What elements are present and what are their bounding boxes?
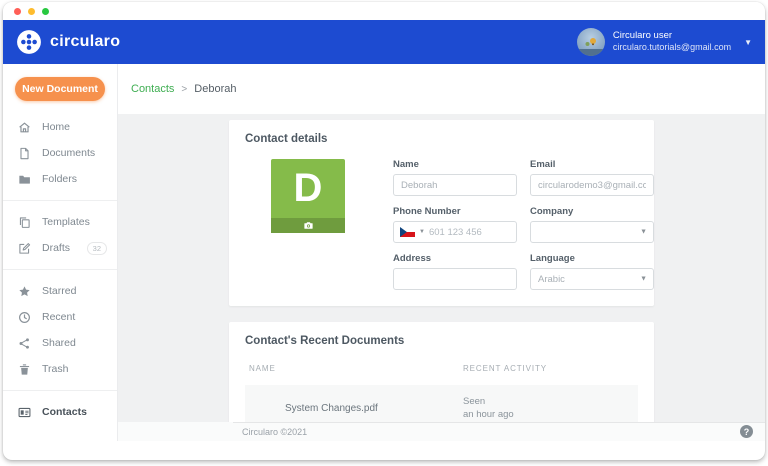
sidebar-item-label: Contacts [42, 406, 87, 418]
language-field: Language ▼ [530, 253, 654, 290]
address-field: Address [393, 253, 517, 290]
flag-caret-icon: ▼ [419, 229, 425, 235]
sidebar-item-shared[interactable]: Shared [3, 330, 117, 356]
recent-documents-card: Contact's Recent Documents NAME RECENT A… [229, 322, 654, 422]
user-email: circularo.tutorials@gmail.com [613, 42, 731, 54]
circularo-logo-icon [16, 29, 42, 55]
name-field: Name [393, 159, 517, 196]
user-avatar [577, 28, 605, 56]
footer: Circularo ©2021 ? [118, 422, 765, 441]
drafts-icon [18, 242, 31, 255]
document-name[interactable]: System Changes.pdf [249, 403, 463, 414]
sidebar-item-label: Templates [42, 216, 90, 228]
sidebar-item-drafts[interactable]: Drafts 32 [3, 235, 117, 261]
sidebar-item-label: Trash [42, 363, 68, 375]
sidebar-divider [3, 390, 117, 391]
company-select[interactable] [530, 221, 654, 243]
document-icon [18, 147, 31, 160]
sidebar-divider [3, 269, 117, 270]
camera-icon [303, 220, 314, 231]
window-titlebar [3, 2, 765, 20]
contact-avatar-letter: D [271, 159, 345, 218]
breadcrumb: Contacts > Deborah [118, 64, 765, 114]
folder-icon [18, 173, 31, 186]
help-button[interactable]: ? [740, 425, 753, 438]
phone-input[interactable] [429, 227, 510, 238]
contact-details-card: Contact details D [229, 120, 654, 306]
sidebar-item-label: Documents [42, 147, 95, 159]
breadcrumb-separator: > [181, 84, 187, 95]
address-label: Address [393, 253, 517, 264]
email-input[interactable] [530, 174, 654, 196]
sidebar-item-home[interactable]: Home [3, 114, 117, 140]
email-field: Email [530, 159, 654, 196]
documents-table-header: NAME RECENT ACTIVITY [245, 364, 638, 373]
user-menu[interactable]: Circularo user circularo.tutorials@gmail… [577, 28, 752, 56]
sidebar-item-folders[interactable]: Folders [3, 166, 117, 192]
app-header: circularo Circularo user [3, 20, 765, 64]
sidebar-item-label: Drafts [42, 242, 70, 254]
home-icon [18, 121, 31, 134]
user-name: Circularo user [613, 30, 731, 42]
main-area: Contact details D [118, 114, 765, 422]
brand-logo[interactable]: circularo [16, 29, 120, 55]
templates-icon [18, 216, 31, 229]
email-label: Email [530, 159, 654, 170]
clock-icon [18, 311, 31, 324]
change-photo-button[interactable] [271, 218, 345, 233]
company-label: Company [530, 206, 654, 217]
breadcrumb-contacts-link[interactable]: Contacts [131, 83, 174, 95]
sidebar-item-starred[interactable]: Starred [3, 278, 117, 304]
recent-documents-title: Contact's Recent Documents [245, 335, 638, 347]
minimize-window-button[interactable] [28, 8, 35, 15]
zoom-window-button[interactable] [42, 8, 49, 15]
company-field: Company ▼ [530, 206, 654, 243]
sidebar-item-label: Folders [42, 173, 77, 185]
app-window: circularo Circularo user [3, 2, 765, 460]
sidebar-item-recent[interactable]: Recent [3, 304, 117, 330]
contacts-icon [18, 406, 31, 419]
share-icon [18, 337, 31, 350]
close-window-button[interactable] [14, 8, 21, 15]
sidebar-divider [3, 200, 117, 201]
column-header-name: NAME [249, 364, 463, 373]
sidebar: New Document Home Documents Folders Templat… [3, 64, 118, 441]
star-icon [18, 285, 31, 298]
user-meta: Circularo user circularo.tutorials@gmail… [613, 30, 731, 54]
sidebar-item-trash[interactable]: Trash [3, 356, 117, 382]
new-document-button[interactable]: New Document [15, 77, 105, 101]
name-input[interactable] [393, 174, 517, 196]
brand-name: circularo [50, 33, 120, 51]
language-label: Language [530, 253, 654, 264]
trash-icon [18, 363, 31, 376]
document-row[interactable]: System Changes.pdfSeen an hour ago [245, 385, 638, 422]
sidebar-item-contacts[interactable]: Contacts [3, 399, 117, 425]
sidebar-item-label: Starred [42, 285, 76, 297]
drafts-count-badge: 32 [87, 242, 107, 255]
phone-label: Phone Number [393, 206, 517, 217]
chevron-down-icon: ▼ [744, 38, 752, 47]
sidebar-item-label: Recent [42, 311, 75, 323]
phone-field: Phone Number ▼ [393, 206, 517, 243]
footer-copyright: Circularo ©2021 [242, 427, 307, 437]
name-label: Name [393, 159, 517, 170]
czech-flag-icon[interactable] [400, 227, 415, 237]
address-input[interactable] [393, 268, 517, 290]
document-recent-activity: Seen an hour ago [463, 395, 634, 422]
sidebar-item-label: Shared [42, 337, 76, 349]
breadcrumb-current: Deborah [194, 83, 236, 95]
column-header-activity: RECENT ACTIVITY [463, 364, 634, 373]
contact-details-title: Contact details [245, 133, 638, 145]
language-select[interactable] [530, 268, 654, 290]
sidebar-item-templates[interactable]: Templates [3, 209, 117, 235]
contact-avatar: D [271, 159, 345, 233]
sidebar-item-documents[interactable]: Documents [3, 140, 117, 166]
sidebar-item-label: Home [42, 121, 70, 133]
